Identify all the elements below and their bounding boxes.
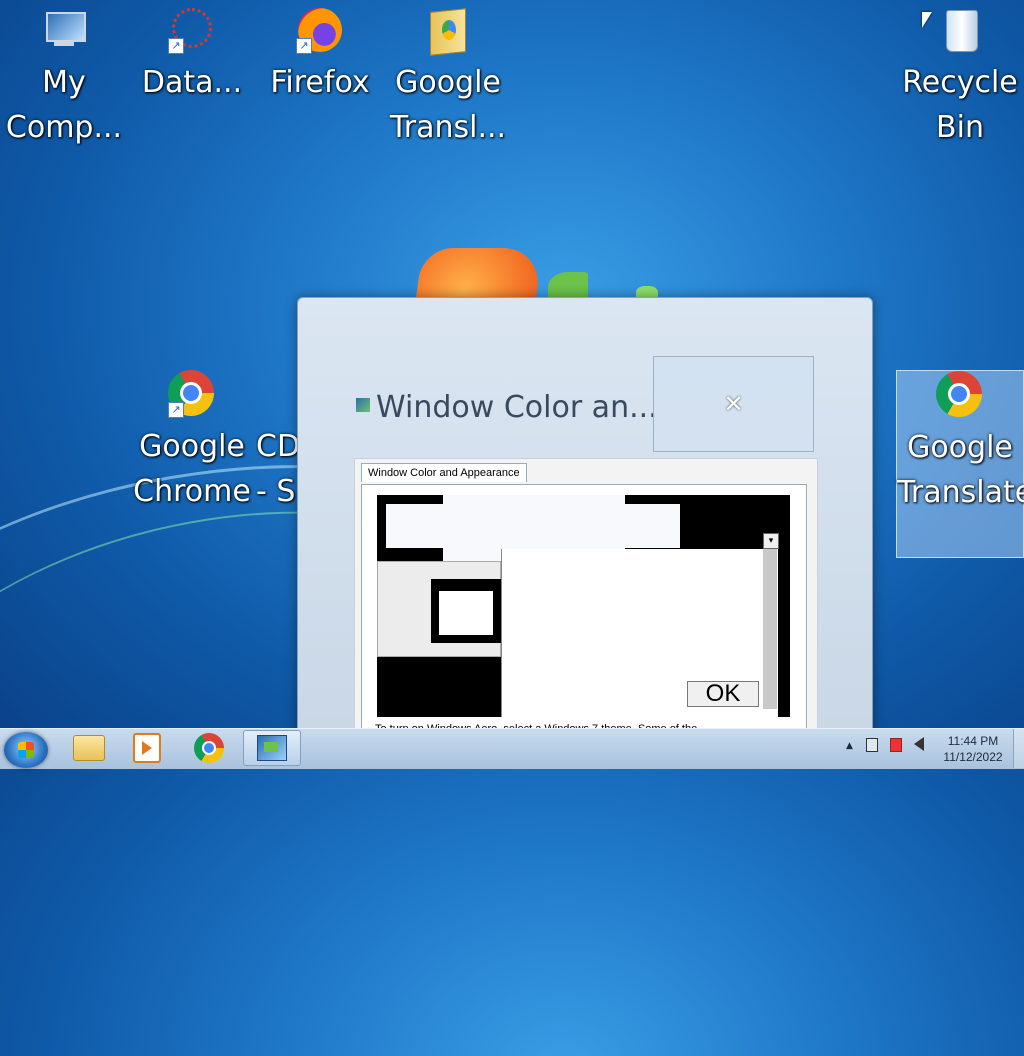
desktop-icon-google-chrome[interactable]: ↗ Google Chrome xyxy=(130,370,254,514)
close-icon: ✕ xyxy=(723,390,744,418)
shortcut-arrow-icon: ↗ xyxy=(296,38,312,54)
taskbar-control-panel[interactable] xyxy=(243,730,301,766)
window-color-dialog[interactable]: Window Color an... ✕ Window Color and Ap… xyxy=(297,297,873,741)
start-button[interactable] xyxy=(4,732,48,768)
desktop-icon-label: Data... xyxy=(141,65,243,100)
taskbar-media-player[interactable] xyxy=(118,730,176,766)
desktop-icon-recycle-bin[interactable]: Recycle Bin xyxy=(898,6,1022,150)
tab-window-color-and-appearance[interactable]: Window Color and Appearance xyxy=(361,463,527,482)
desktop-icon-label: Google Translate xyxy=(897,430,1024,510)
desktop-icon-label: Recycle Bin xyxy=(902,65,1018,145)
taskbar-chrome[interactable] xyxy=(180,730,238,766)
media-player-icon xyxy=(133,733,161,763)
desktop-icon-firefox[interactable]: ↗ Firefox xyxy=(258,6,382,105)
appearance-preview: ▾ OK xyxy=(377,495,790,717)
chrome-icon: ↗ xyxy=(168,370,216,418)
desktop-icon-my-computer[interactable]: My Comp... xyxy=(2,6,126,150)
data-shortcut-icon: ↗ xyxy=(168,6,216,54)
firefox-icon: ↗ xyxy=(296,6,344,54)
close-button[interactable]: ✕ xyxy=(653,356,814,452)
desktop-icon-google-translate[interactable]: Google Translate xyxy=(896,370,1024,558)
shortcut-arrow-icon: ↗ xyxy=(168,402,184,418)
clock-time: 11:44 PM xyxy=(947,734,999,748)
ok-button[interactable]: OK xyxy=(687,681,759,707)
network-icon[interactable] xyxy=(866,738,882,754)
computer-icon xyxy=(40,6,88,54)
action-center-icon[interactable] xyxy=(890,738,906,754)
clock-date: 11/12/2022 xyxy=(943,750,1003,764)
volume-icon[interactable] xyxy=(914,737,930,753)
folder-icon xyxy=(424,6,472,56)
shortcut-arrow-icon: ↗ xyxy=(168,38,184,54)
preview-pane xyxy=(439,591,493,635)
window-title: Window Color an... xyxy=(376,390,658,425)
chrome-icon xyxy=(936,371,984,419)
tray-chevron-icon[interactable]: ▲ xyxy=(846,741,853,751)
control-panel-icon xyxy=(257,735,287,761)
desktop-icon-label: Firefox xyxy=(270,65,370,100)
control-panel-icon xyxy=(356,398,370,412)
recycle-bin-icon xyxy=(936,6,984,54)
mouse-cursor xyxy=(922,12,932,28)
folder-icon xyxy=(73,735,105,761)
desktop-icon-data[interactable]: ↗ Data... xyxy=(130,6,254,105)
chrome-icon xyxy=(194,733,224,763)
dialog-client-area: Window Color and Appearance ▾ OK To turn… xyxy=(354,458,818,741)
taskbar-explorer[interactable] xyxy=(60,730,118,766)
desktop-icon-label: My Comp... xyxy=(5,65,123,145)
preview-scrollbar xyxy=(763,549,777,709)
show-desktop-button[interactable] xyxy=(1013,729,1024,768)
tab-panel: ▾ OK xyxy=(361,484,807,741)
dropdown-arrow-icon[interactable]: ▾ xyxy=(763,533,779,549)
desktop-icon-label: Google Transl... xyxy=(389,65,507,145)
desktop-icon-google-translate-folder[interactable]: Google Transl... xyxy=(386,6,510,150)
clock[interactable]: 11:44 PM 11/12/2022 xyxy=(938,733,1008,765)
desktop-icon-label: Google Chrome xyxy=(133,429,251,509)
